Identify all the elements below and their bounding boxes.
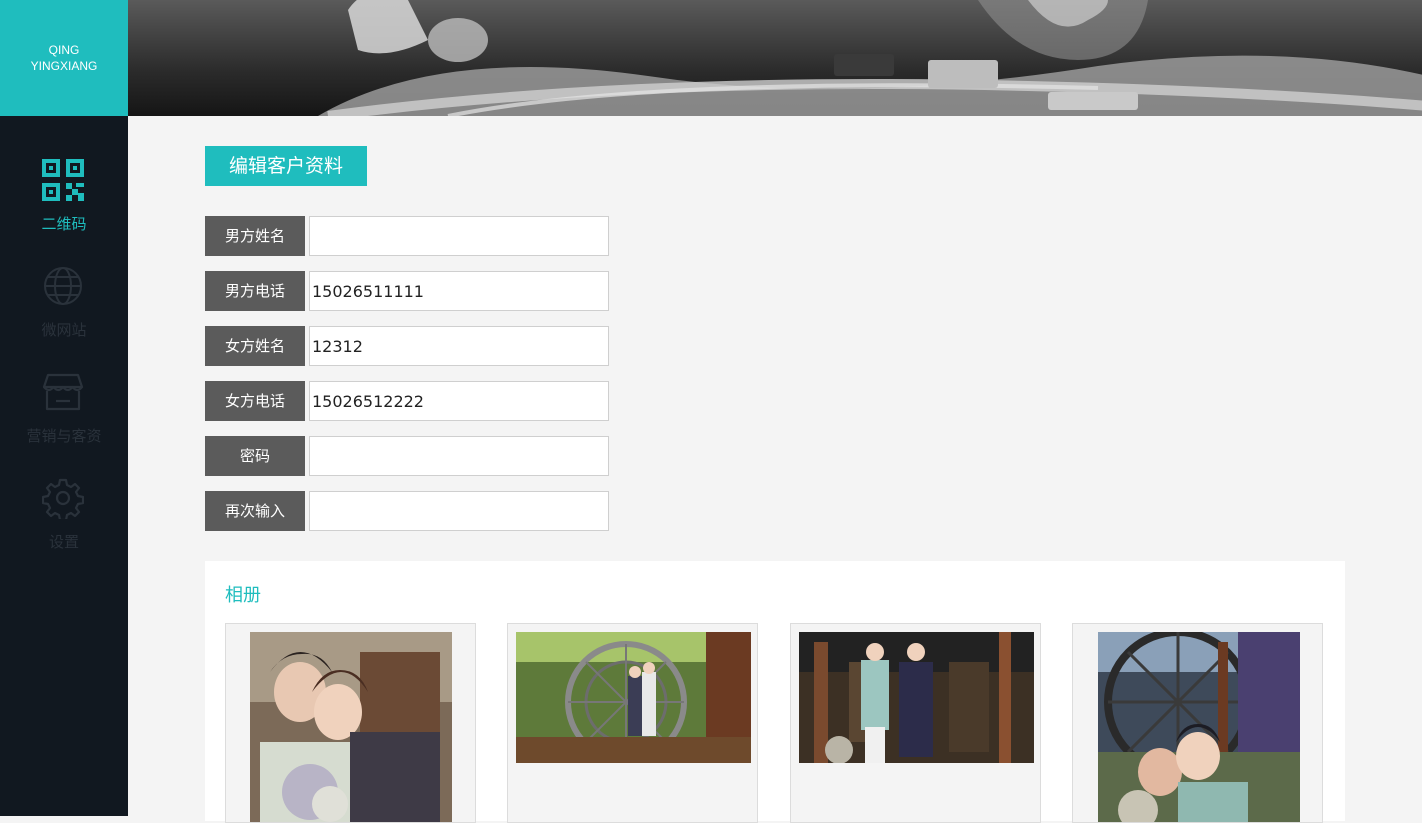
password-input[interactable] xyxy=(309,436,609,476)
wedding-photo-3 xyxy=(799,632,1034,763)
form-label: 密码 xyxy=(205,436,305,476)
photo-card[interactable] xyxy=(507,623,758,823)
store-icon xyxy=(42,373,84,411)
page-title: 编辑客户资料 xyxy=(205,146,367,186)
sidebar-item-settings[interactable]: 设置 xyxy=(0,477,128,567)
password-confirm-input[interactable] xyxy=(309,491,609,531)
form-label: 女方姓名 xyxy=(205,326,305,366)
form-label: 男方姓名 xyxy=(205,216,305,256)
groom-phone-input[interactable] xyxy=(309,271,609,311)
wedding-photo-1 xyxy=(250,632,452,822)
qr-code-icon xyxy=(42,159,84,201)
sidebar-item-qrcode[interactable]: 二维码 xyxy=(0,159,128,249)
banner-illustration xyxy=(128,0,1422,116)
logo-line-1: QING xyxy=(48,43,80,57)
photo-card[interactable] xyxy=(225,623,476,823)
form-label: 再次输入 xyxy=(205,491,305,531)
logo-line-2: YINGXIANG xyxy=(30,59,98,73)
photo-card[interactable] xyxy=(1072,623,1323,823)
sidebar-item-label: 二维码 xyxy=(41,215,87,233)
form-label: 女方电话 xyxy=(205,381,305,421)
bride-phone-input[interactable] xyxy=(309,381,609,421)
form-label: 男方电话 xyxy=(205,271,305,311)
bride-name-input[interactable] xyxy=(309,326,609,366)
form-row-groom-phone: 男方电话 xyxy=(205,271,609,311)
form-row-password-confirm: 再次输入 xyxy=(205,491,609,531)
sidebar-item-marketing[interactable]: 营销与客资 xyxy=(0,371,128,461)
photo-card[interactable] xyxy=(790,623,1041,823)
sidebar-item-label: 营销与客资 xyxy=(26,427,102,445)
wedding-photo-4 xyxy=(1098,632,1300,822)
form-row-bride-name: 女方姓名 xyxy=(205,326,609,366)
sidebar-item-label: 设置 xyxy=(48,533,79,551)
form-row-password: 密码 xyxy=(205,436,609,476)
header-banner-image xyxy=(128,0,1422,116)
sidebar-item-microsite[interactable]: 微网站 xyxy=(0,265,128,355)
logo[interactable]: QING YINGXIANG xyxy=(0,0,128,116)
groom-name-input[interactable] xyxy=(309,216,609,256)
album-section: 相册 xyxy=(205,561,1345,823)
sidebar: QING YINGXIANG 二维码 微网站 营销与客资 设置 xyxy=(0,0,128,816)
form-row-groom-name: 男方姓名 xyxy=(205,216,609,256)
globe-icon xyxy=(44,267,82,305)
sidebar-item-label: 微网站 xyxy=(41,321,87,339)
main-content: 编辑客户资料 男方姓名 男方电话 女方姓名 女方电话 密码 再次输入 相册 xyxy=(128,116,1422,823)
wedding-photo-2 xyxy=(516,632,751,763)
form-row-bride-phone: 女方电话 xyxy=(205,381,609,421)
gear-icon xyxy=(42,478,84,519)
album-title: 相册 xyxy=(225,585,261,606)
